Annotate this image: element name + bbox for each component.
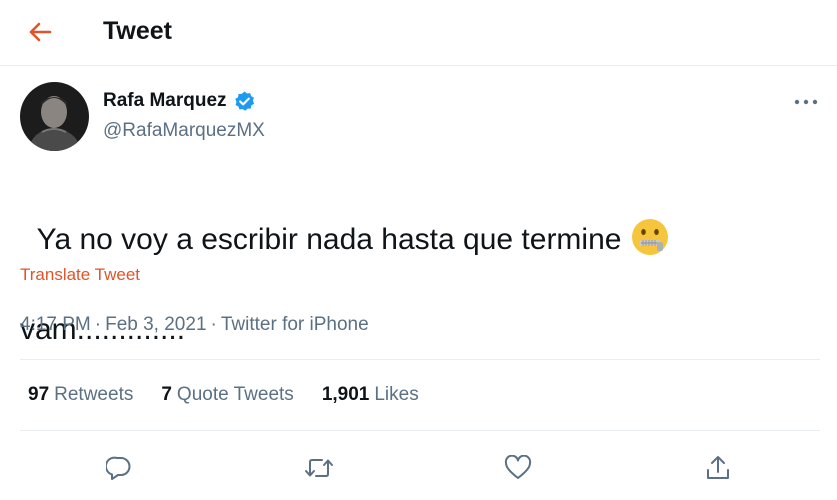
retweets-stat[interactable]: 97 Retweets xyxy=(28,382,133,408)
like-button[interactable] xyxy=(498,448,538,488)
avatar[interactable] xyxy=(20,82,89,151)
tweet-stats: 97 Retweets 7 Quote Tweets 1,901 Likes xyxy=(28,382,447,408)
tweet-time[interactable]: 4:17 PM xyxy=(20,314,91,335)
quote-tweets-count: 7 xyxy=(161,384,172,405)
retweet-icon xyxy=(305,459,333,477)
retweets-count: 97 xyxy=(28,384,50,405)
author-display-name[interactable]: Rafa Marquez xyxy=(103,88,227,114)
tweet-metadata: 4:17 PM · Feb 3, 2021 · Twitter for iPhone xyxy=(20,312,369,338)
arrow-left-icon xyxy=(29,22,52,42)
reply-button[interactable] xyxy=(99,448,139,488)
retweets-label: Retweets xyxy=(54,384,134,405)
more-dots-icon xyxy=(794,99,818,105)
author-handle[interactable]: @RafaMarquezMX xyxy=(103,118,265,144)
translate-tweet-link[interactable]: Translate Tweet xyxy=(20,265,140,285)
likes-stat[interactable]: 1,901 Likes xyxy=(322,382,419,408)
likes-label: Likes xyxy=(374,384,419,405)
tweet-text-line1: Ya no voy a escribir nada hasta que term… xyxy=(36,223,622,256)
avatar-image xyxy=(20,82,89,151)
divider xyxy=(20,430,820,431)
quote-tweets-label: Quote Tweets xyxy=(176,384,294,405)
more-options-button[interactable] xyxy=(788,90,824,114)
retweet-button[interactable] xyxy=(299,448,339,488)
tweet-actions xyxy=(0,448,837,488)
tweet-header: Tweet xyxy=(0,0,837,66)
meta-separator: · xyxy=(210,314,217,335)
tweet-source[interactable]: Twitter for iPhone xyxy=(221,314,369,335)
tweet-date[interactable]: Feb 3, 2021 xyxy=(105,314,206,335)
likes-count: 1,901 xyxy=(321,384,370,405)
page-title: Tweet xyxy=(103,17,172,45)
quote-tweets-stat[interactable]: 7 Quote Tweets xyxy=(161,382,293,408)
divider xyxy=(20,359,820,360)
share-icon xyxy=(707,456,729,479)
meta-separator: · xyxy=(94,314,102,335)
share-button[interactable] xyxy=(698,448,738,488)
author-name-row[interactable]: Rafa Marquez xyxy=(103,88,256,114)
reply-icon xyxy=(106,456,131,480)
heart-icon xyxy=(504,455,532,479)
back-button[interactable] xyxy=(22,14,58,50)
verified-badge-icon xyxy=(234,90,254,111)
zipper-mouth-face-icon xyxy=(632,219,669,255)
